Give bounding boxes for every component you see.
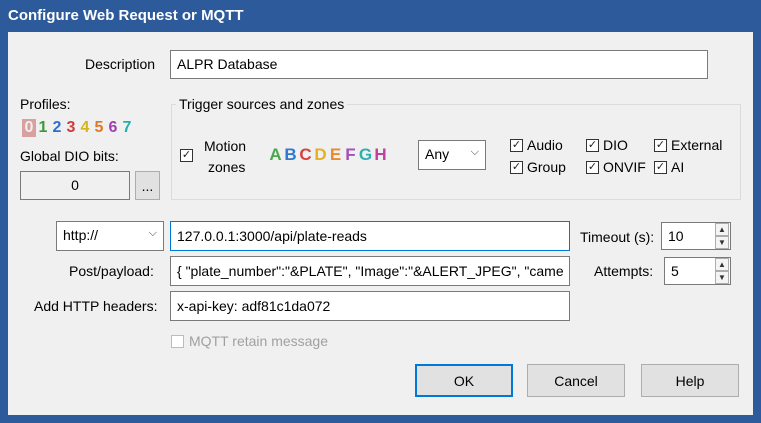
onvif-label: ONVIF <box>603 159 646 175</box>
protocol-value: http:// <box>63 227 99 243</box>
mqtt-retain-label: MQTT retain message <box>189 333 329 349</box>
chevron-down-icon: ⌵ <box>148 227 157 239</box>
external-label: External <box>671 137 723 153</box>
zone-letter-G[interactable]: G <box>358 145 373 165</box>
timeout-label: Timeout (s): <box>580 229 655 245</box>
zone-letter-F[interactable]: F <box>343 145 358 165</box>
ai-checkbox[interactable]: ✓ <box>654 161 667 174</box>
any-value: Any <box>425 146 450 162</box>
help-button[interactable]: Help <box>641 364 739 397</box>
group-label: Group <box>527 159 566 175</box>
dialog-window: Configure Web Request or MQTT Descriptio… <box>0 0 761 423</box>
timeout-up-arrow-icon[interactable]: ▲ <box>715 223 729 236</box>
zone-letter-B[interactable]: B <box>283 145 298 165</box>
dialog-client: Description ALPR Database Profiles: 0123… <box>8 32 753 415</box>
dio-checkbox[interactable]: ✓ <box>586 139 599 152</box>
cancel-button[interactable]: Cancel <box>527 364 625 397</box>
description-input[interactable]: ALPR Database <box>170 50 708 79</box>
zone-selector[interactable]: ABCDEFGH <box>268 145 388 167</box>
payload-label: Post/payload: <box>69 263 154 279</box>
zone-letter-E[interactable]: E <box>328 145 343 165</box>
profile-digit-6[interactable]: 6 <box>106 119 120 137</box>
profile-selector[interactable]: 01234567 <box>22 119 134 139</box>
chevron-down-icon: ⌵ <box>470 146 479 158</box>
zones-any-combo[interactable]: Any ⌵ <box>418 140 486 170</box>
profile-digit-5[interactable]: 5 <box>92 119 106 137</box>
motion-label-1: Motion <box>204 138 247 154</box>
profile-digit-7[interactable]: 7 <box>120 119 134 137</box>
global-dio-label: Global DIO bits: <box>20 148 119 164</box>
global-dio-browse-button[interactable]: ... <box>135 171 160 200</box>
audio-checkbox[interactable]: ✓ <box>510 139 523 152</box>
attempts-down-arrow-icon[interactable]: ▼ <box>715 271 729 284</box>
profile-digit-4[interactable]: 4 <box>78 119 92 137</box>
motion-label-2: zones <box>208 159 246 175</box>
profile-digit-3[interactable]: 3 <box>64 119 78 137</box>
ok-button[interactable]: OK <box>415 364 513 397</box>
ai-label: AI <box>671 159 685 175</box>
attempts-up-arrow-icon[interactable]: ▲ <box>715 258 729 271</box>
global-dio-field[interactable]: 0 <box>20 171 130 200</box>
external-checkbox[interactable]: ✓ <box>654 139 667 152</box>
title-bar[interactable]: Configure Web Request or MQTT <box>0 0 761 32</box>
zone-letter-D[interactable]: D <box>313 145 328 165</box>
group-checkbox[interactable]: ✓ <box>510 161 523 174</box>
protocol-combo[interactable]: http:// ⌵ <box>56 221 164 251</box>
profile-digit-0[interactable]: 0 <box>22 119 36 137</box>
audio-label: Audio <box>527 137 563 153</box>
description-label: Description <box>85 56 156 72</box>
profile-digit-2[interactable]: 2 <box>50 119 64 137</box>
payload-input[interactable]: { "plate_number":"&PLATE", "Image":"&ALE… <box>170 256 570 286</box>
motion-zones-checkbox[interactable]: ✓ <box>180 149 193 162</box>
url-input[interactable]: 127.0.0.1:3000/api/plate-reads <box>170 221 570 251</box>
mqtt-retain-checkbox[interactable] <box>171 335 184 348</box>
onvif-checkbox[interactable]: ✓ <box>586 161 599 174</box>
headers-label: Add HTTP headers: <box>34 298 158 314</box>
dio-label: DIO <box>603 137 628 153</box>
zone-letter-A[interactable]: A <box>268 145 283 165</box>
window-title: Configure Web Request or MQTT <box>8 7 244 24</box>
profile-digit-1[interactable]: 1 <box>36 119 50 137</box>
attempts-label: Attempts: <box>594 263 654 279</box>
profiles-label: Profiles: <box>20 96 71 112</box>
zone-letter-H[interactable]: H <box>373 145 388 165</box>
trigger-group-title: Trigger sources and zones <box>176 96 348 112</box>
zone-letter-C[interactable]: C <box>298 145 313 165</box>
headers-input[interactable]: x-api-key: adf81c1da072 <box>170 291 570 321</box>
timeout-down-arrow-icon[interactable]: ▼ <box>715 236 729 249</box>
